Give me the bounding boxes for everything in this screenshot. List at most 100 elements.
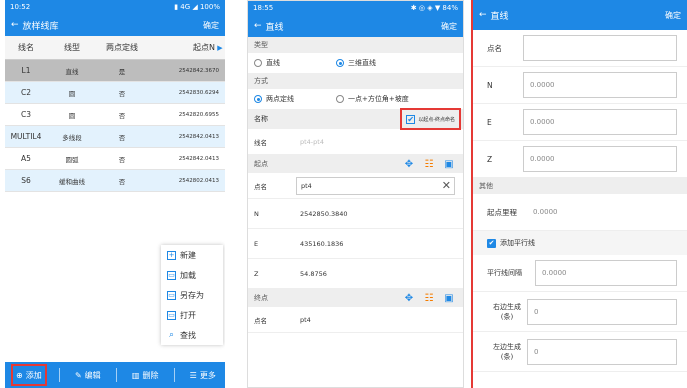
page-title: 直线 [265,22,284,33]
section-type: 类型 [248,37,463,53]
status-indicators: ✱ ◎ ◈ ▼ 84% [410,4,458,12]
menu-item-find[interactable]: ⌕ 查找 [161,325,223,345]
right-count-input[interactable]: 0 [527,298,677,325]
divider [58,368,60,382]
section-end: 终点 ✥ ☷ ▣ [248,289,463,307]
z-field: Z 54.8756 [248,259,463,289]
delete-button[interactable]: ▥ 删除 [129,364,162,386]
menu-item-new[interactable]: + 新建 [161,245,223,265]
line-name-input[interactable]: pt4-pt4 [296,132,455,151]
mileage-field: 起点里程 0.0000 [473,194,687,231]
divider [173,368,175,382]
gps-target-icon[interactable]: ✥ [403,292,415,304]
left-count-input[interactable]: 0 [527,338,677,365]
spacing-field: 平行线间隔 0.0000 [473,255,687,292]
add-button[interactable]: ⊕ 添加 [11,364,47,386]
col-header-type: 线型 [64,43,80,52]
right-count-field: 右边生成(条) 0 [473,292,687,332]
back-arrow-icon[interactable]: ← [479,10,487,20]
status-time: 10:52 [10,3,31,11]
table-row[interactable]: L1 直线 是 2542842.3670 [5,60,225,82]
confirm-button[interactable]: 确定 [203,20,219,31]
name-section-row: 名称 ✔ 以起点-终点命名 [248,108,463,130]
list-select-icon[interactable]: ☷ [423,158,435,170]
type-radio-group: 直线 三维直线 [248,53,463,73]
list-select-icon[interactable]: ☷ [423,292,435,304]
folder-icon: ▭ [167,310,176,320]
confirm-button[interactable]: 确定 [441,21,457,32]
page-title: 直线 [490,11,509,22]
menu-item-save-as[interactable]: ▭ 另存为 [161,285,223,305]
search-icon: ⌕ [168,330,175,340]
table-row[interactable]: C3 圆 否 2542820.6955 [5,104,225,126]
point-name-field: 点名 [473,30,687,67]
popup-menu: + 新建 ▭ 加载 ▭ 另存为 ▭ 打开 ⌕ 查找 [161,245,223,345]
scroll-right-icon[interactable]: ▶ [215,44,225,52]
n-input[interactable]: 0.0000 [523,72,677,98]
back-arrow-icon[interactable]: ← [11,20,19,30]
more-button[interactable]: ☰ 更多 [187,364,219,386]
n-field: N 0.0000 [473,67,687,104]
title-bar: ← 放样线库 确定 [5,14,225,36]
title-bar: ← 直线 确定 [473,0,687,30]
status-bar: 18:55 ✱ ◎ ◈ ▼ 84% [248,1,463,15]
table-row[interactable]: S6 缓和曲线 否 2542802.0413 [5,170,225,192]
menu-item-open[interactable]: ▭ 打开 [161,305,223,325]
radio-off-icon [336,95,344,103]
add-circle-icon: ⊕ [16,370,23,380]
save-icon: ▭ [167,290,176,300]
e-input[interactable]: 435160.1836 [296,234,455,253]
section-method: 方式 [248,73,463,89]
gps-target-icon[interactable]: ✥ [403,158,415,170]
menu-item-load[interactable]: ▭ 加载 [161,265,223,285]
z-field: Z 0.0000 [473,141,687,178]
load-icon: ▭ [167,270,176,280]
section-other: 其他 [473,178,687,194]
status-time: 18:55 [253,4,274,12]
radio-3d-line[interactable]: 三维直线 [336,58,418,68]
status-bar: 10:52 ▮ 4G ◢ 100% [5,0,225,14]
radio-line[interactable]: 直线 [254,58,336,68]
checkmark-icon: ✔ [487,238,496,248]
page-title: 放样线库 [22,21,59,32]
point-name-input[interactable] [523,35,677,61]
line-name-field: 线名 pt4-pt4 [248,129,463,155]
left-count-field: 左边生成(条) 0 [473,332,687,372]
col-header-start-n: 起点N [193,43,215,52]
table-row[interactable]: C2 圆 否 2542830.6294 [5,82,225,104]
clear-icon[interactable]: ✕ [442,179,451,192]
col-header-two-point: 两点定线 [106,43,138,52]
radio-two-point[interactable]: 两点定线 [254,94,336,104]
parallel-checkbox[interactable]: ✔ 添加平行线 [473,231,687,255]
confirm-button[interactable]: 确定 [665,10,681,21]
auto-name-checkbox[interactable]: ✔ 以起点-终点命名 [400,108,461,130]
table-header: 线名 线型 两点定线 起点N ▶ [5,36,225,60]
e-input[interactable]: 0.0000 [523,109,677,135]
line-library-screen: 10:52 ▮ 4G ◢ 100% ← 放样线库 确定 线名 线型 两点定线 起… [5,0,225,388]
e-field: E 435160.1836 [248,229,463,259]
status-indicators: ▮ 4G ◢ 100% [174,3,220,11]
end-point-name-input[interactable]: pt4 [296,310,455,329]
z-input[interactable]: 0.0000 [523,146,677,172]
radio-off-icon [254,59,262,67]
mileage-input[interactable]: 0.0000 [527,199,677,225]
n-input[interactable]: 2542850.3840 [296,204,455,223]
z-input[interactable]: 54.8756 [296,264,455,283]
radio-on-icon [336,59,344,67]
plus-icon: + [167,250,176,260]
map-pick-icon[interactable]: ▣ [443,158,455,170]
point-name-input[interactable]: pt4 ✕ [296,176,455,195]
spacing-input[interactable]: 0.0000 [535,260,677,286]
table-row[interactable]: A5 圆弧 否 2542842.0413 [5,148,225,170]
radio-point-azimuth[interactable]: 一点+方位角+坡度 [336,94,409,104]
edit-button[interactable]: ✎ 编辑 [72,364,104,386]
line-params-screen: ← 直线 确定 点名 N 0.0000 E 0.0000 Z 0.0000 其他… [471,0,687,388]
end-point-name-field: 点名 pt4 [248,307,463,333]
method-radio-group: 两点定线 一点+方位角+坡度 [248,89,463,109]
col-header-name: 线名 [18,43,34,52]
checkmark-icon: ✔ [406,114,416,124]
map-pick-icon[interactable]: ▣ [443,292,455,304]
table-row[interactable]: MULTIL4 多线段 否 2542842.0413 [5,126,225,148]
back-arrow-icon[interactable]: ← [254,21,262,31]
section-start: 起点 ✥ ☷ ▣ [248,155,463,173]
